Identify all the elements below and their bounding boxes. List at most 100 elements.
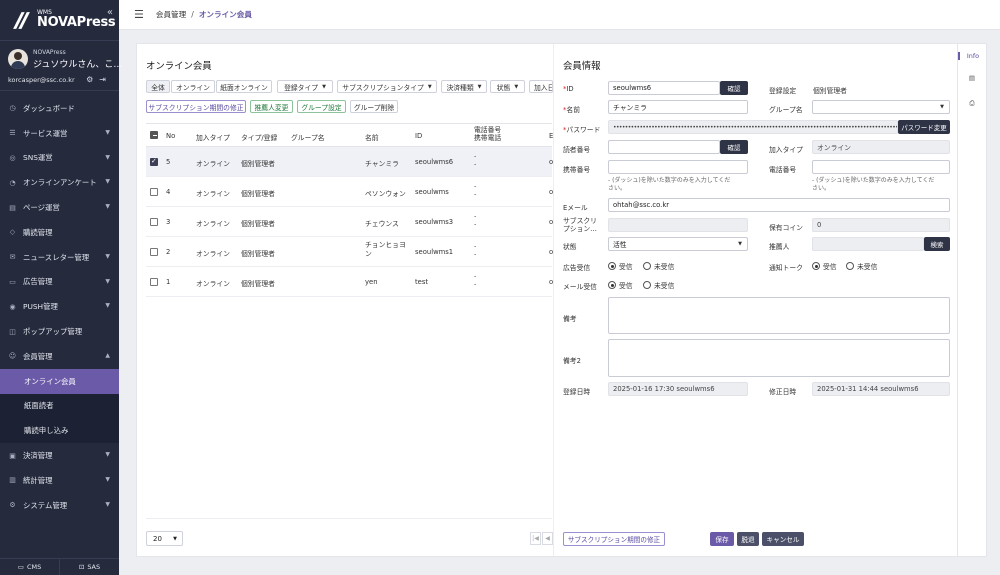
sidebar-item-13[interactable]: 購読申し込み	[0, 418, 119, 444]
email-input[interactable]: ohtah@ssc.co.kr	[608, 198, 950, 212]
list-title: オンライン会員	[146, 61, 212, 72]
row-checkbox[interactable]	[150, 218, 158, 226]
sidebar-item-5[interactable]: ◇ 購読管理	[0, 220, 119, 245]
prev-page-button[interactable]: ◀	[542, 532, 553, 545]
side-tabs: Info ▤ ⎙	[958, 43, 987, 557]
sidebar-item-10[interactable]: ☺ 会員管理 ▲	[0, 344, 119, 369]
mobile-input[interactable]	[608, 160, 748, 174]
change-password-button[interactable]: パスワード変更	[898, 120, 950, 134]
tag-icon: ◇	[9, 228, 16, 237]
cell-join-type: オンライン	[196, 160, 230, 168]
sidebar-item-15[interactable]: ▥ 統計管理 ▼	[0, 468, 119, 493]
filter-join-date[interactable]: 加入日	[529, 80, 553, 93]
chevron-down-icon: ▼	[105, 451, 110, 459]
phone-input[interactable]	[812, 160, 950, 174]
sidebar-item-8[interactable]: ◉ PUSH管理 ▼	[0, 294, 119, 319]
user-org: NOVAPress	[33, 49, 66, 56]
ad-recv-on-radio[interactable]: 受信	[608, 261, 633, 271]
cell-join-type: オンライン	[196, 280, 230, 288]
recommender-input[interactable]	[812, 237, 924, 251]
first-page-button[interactable]: |◀	[530, 532, 541, 545]
sidebar-item-16[interactable]: ⚙ システム管理 ▼	[0, 493, 119, 518]
notify-off-radio[interactable]: 未受信	[846, 261, 877, 271]
sidebar-item-label: ダッシュボード	[23, 103, 75, 113]
hamburger-menu-icon[interactable]: ☰	[134, 8, 144, 21]
name-input[interactable]: チャンミラ	[608, 100, 748, 114]
cell-type: 個別管理者	[241, 280, 275, 288]
sidebar-item-11[interactable]: オンライン会員	[0, 368, 119, 394]
mail-recv-off-radio[interactable]: 未受信	[643, 280, 674, 290]
note2-textarea[interactable]	[608, 339, 950, 377]
filter-online[interactable]: オンライン	[171, 80, 215, 93]
id-confirm-button[interactable]: 確認	[720, 81, 748, 95]
chevron-down-icon: ▼	[105, 153, 110, 161]
cell-no: 2	[166, 248, 171, 256]
table-row[interactable]: 1 オンライン 個別管理者 yen test - - o	[146, 267, 553, 297]
row-checkbox[interactable]	[150, 278, 158, 286]
change-recommender-button[interactable]: 推薦人変更	[250, 100, 293, 113]
phone-label: 電話番号	[769, 166, 797, 174]
payment-icon: ▣	[9, 451, 16, 460]
filter-status[interactable]: 状態	[490, 80, 525, 93]
cms-button[interactable]: ▭ CMS	[0, 559, 59, 575]
page-icon: ▤	[9, 203, 16, 212]
password-input[interactable]: ••••••••••••••••••••••••••••••••••••••••…	[608, 120, 898, 134]
group-select[interactable]	[812, 100, 950, 114]
mail-recv-on-radio[interactable]: 受信	[608, 280, 633, 290]
print-icon[interactable]: ⎙	[958, 99, 986, 108]
sidebar-item-0[interactable]: ◷ ダッシュボード	[0, 96, 119, 121]
table-row[interactable]: 3 オンライン 個別管理者 チェウンス seoulwms3- - o	[146, 207, 553, 237]
breadcrumb-parent[interactable]: 会員管理	[156, 10, 186, 19]
filter-payment[interactable]: 決済種類	[441, 80, 487, 93]
page-size-select[interactable]: 20	[146, 531, 183, 546]
document-icon[interactable]: ▤	[958, 74, 986, 82]
logo[interactable]: WMS NOVAPress «	[0, 0, 119, 41]
filter-reg-type[interactable]: 登録タイプ	[277, 80, 333, 93]
sidebar-item-4[interactable]: ▤ ページ運営 ▼	[0, 195, 119, 220]
detail-fix-subscription-button[interactable]: サブスクリプション期間の修正	[563, 532, 665, 546]
sidebar-item-6[interactable]: ✉ ニュースレター管理 ▼	[0, 245, 119, 270]
row-checkbox[interactable]	[150, 157, 158, 166]
cell-id: seoulwms6	[415, 158, 454, 166]
fix-subscription-button[interactable]: サブスクリプション期間の修正	[146, 100, 246, 113]
settings-gear-icon[interactable]: ⚙	[86, 75, 99, 84]
filter-sub-type[interactable]: サブスクリプションタイプ	[337, 80, 437, 93]
note-textarea[interactable]	[608, 297, 950, 334]
cancel-button[interactable]: キャンセル	[762, 532, 804, 546]
coin-value: 0	[812, 218, 950, 232]
sidebar-item-3[interactable]: ◔ オンラインアンケート ▼	[0, 170, 119, 195]
sidebar-item-1[interactable]: ☰ サービス運営 ▼	[0, 121, 119, 146]
table-row[interactable]: 5オンライン個別管理者チャンミラseoulwms6--o	[146, 147, 553, 177]
tab-info[interactable]: Info	[958, 52, 986, 60]
id-input[interactable]: seoulwms6	[608, 81, 720, 95]
group-set-button[interactable]: グループ設定	[297, 100, 346, 113]
chevron-down-icon: ▼	[105, 500, 110, 508]
row-checkbox[interactable]	[150, 188, 158, 196]
ad-recv-off-radio[interactable]: 未受信	[643, 261, 674, 271]
save-button[interactable]: 保存	[710, 532, 734, 546]
filter-all[interactable]: 全体	[146, 80, 170, 93]
table-row[interactable]: 2 オンライン 個別管理者 チョンヒョヨン seoulwms1- - o	[146, 237, 553, 267]
filter-paper-online[interactable]: 紙面オンライン	[216, 80, 272, 93]
sidebar-item-9[interactable]: ◫ ポップアップ管理	[0, 319, 119, 344]
table-row[interactable]: 4 オンライン 個別管理者 ペソンウォン seoulwms - - o	[146, 177, 553, 207]
select-all-checkbox[interactable]	[150, 131, 158, 139]
sidebar-item-14[interactable]: ▣ 決済管理 ▼	[0, 443, 119, 468]
sas-button[interactable]: ⊡ SAS	[59, 559, 119, 575]
status-select[interactable]: 活性	[608, 237, 748, 251]
join-type-label: 加入タイプ	[769, 146, 803, 154]
col-phone: 電話番号 携帯電話	[474, 126, 502, 143]
reader-no-confirm-button[interactable]: 確認	[720, 140, 748, 154]
recommender-search-button[interactable]: 検索	[924, 237, 950, 251]
sidebar-item-2[interactable]: ◎ SNS運営 ▼	[0, 146, 119, 171]
collapse-sidebar-icon[interactable]: «	[107, 7, 113, 18]
withdraw-button[interactable]: 脱退	[737, 532, 759, 546]
notify-on-radio[interactable]: 受信	[812, 261, 837, 271]
logout-icon[interactable]: ⇥	[99, 75, 112, 84]
sidebar-item-12[interactable]: 紙面読者	[0, 393, 119, 419]
panel-divider	[553, 44, 554, 556]
reader-no-input[interactable]	[608, 140, 720, 154]
sidebar-item-7[interactable]: ▭ 広告管理 ▼	[0, 270, 119, 295]
row-checkbox[interactable]	[150, 248, 158, 256]
group-delete-button[interactable]: グループ削除	[350, 100, 398, 113]
